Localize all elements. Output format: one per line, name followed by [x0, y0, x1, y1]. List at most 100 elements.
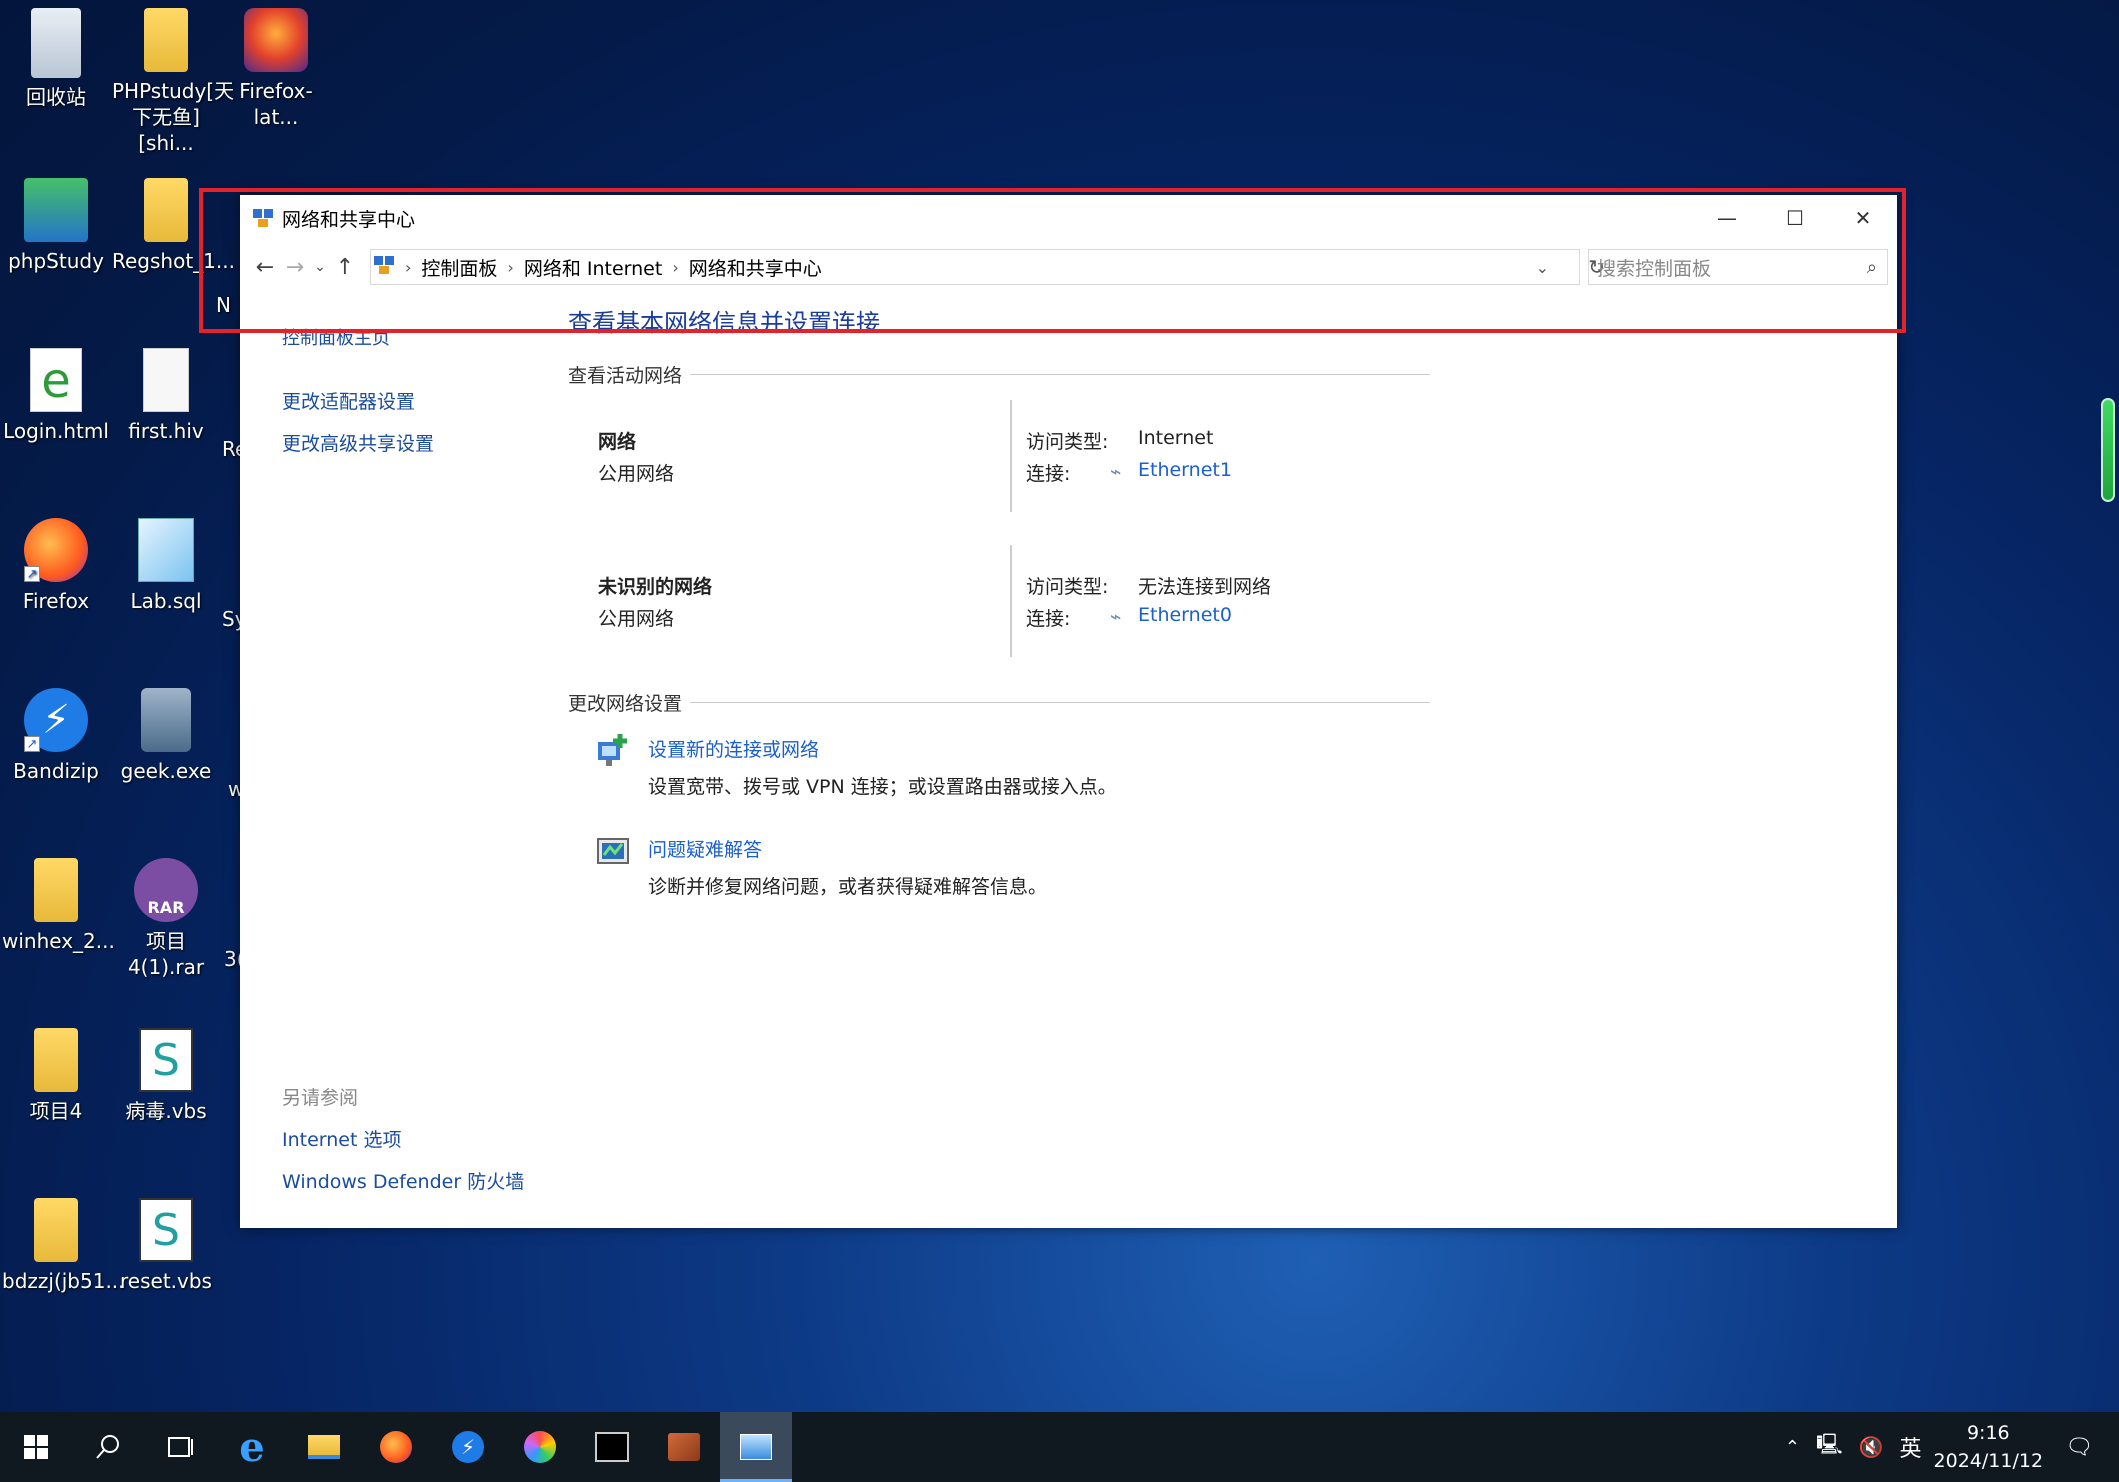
- start-button[interactable]: [0, 1412, 72, 1482]
- volume-muted-icon[interactable]: 🔇: [1859, 1435, 1884, 1459]
- internet-explorer-icon[interactable]: e: [216, 1412, 288, 1482]
- partial-label: Sy: [222, 607, 247, 631]
- section-heading: 更改网络设置: [568, 693, 683, 715]
- network-sharing-center-task[interactable]: [720, 1412, 792, 1482]
- breadcrumb-control-panel[interactable]: 控制面板: [421, 254, 497, 281]
- phpstudy-icon[interactable]: phpStudy: [2, 178, 110, 274]
- task-description: 诊断并修复网络问题，或者获得疑难解答信息。: [648, 876, 1048, 898]
- connection-label: 连接:: [1026, 463, 1071, 485]
- task-view-icon[interactable]: [144, 1412, 216, 1482]
- geek-exe-icon[interactable]: geek.exe: [112, 688, 220, 784]
- maximize-button[interactable]: ☐: [1761, 195, 1829, 241]
- html-file-icon[interactable]: e Login.html: [2, 348, 110, 444]
- terminal-icon[interactable]: [576, 1412, 648, 1482]
- desktop-icon-label: Firefox: [22, 589, 90, 613]
- folder-icon[interactable]: Regshot_1...: [112, 178, 235, 274]
- desktop-icon-label: 病毒.vbs: [125, 1099, 207, 1123]
- chevron-right-icon: ›: [507, 257, 514, 277]
- notification-icon[interactable]: 🗨: [2065, 1435, 2093, 1460]
- partial-label: N: [216, 293, 231, 317]
- breadcrumb-network-internet[interactable]: 网络和 Internet: [524, 254, 662, 281]
- chevron-right-icon: ›: [405, 257, 412, 277]
- firefox-icon[interactable]: [360, 1412, 432, 1482]
- breadcrumb-network-sharing[interactable]: 网络和共享中心: [689, 254, 822, 281]
- page-title: 查看基本网络信息并设置连接: [568, 309, 880, 337]
- search-placeholder: 搜索控制面板: [1597, 257, 1712, 280]
- file-icon[interactable]: first.hiv: [112, 348, 220, 444]
- folder-icon[interactable]: bdzzj(jb51...: [2, 1198, 125, 1294]
- see-also-heading: 另请参阅: [282, 1087, 359, 1109]
- bandizip-icon[interactable]: ⚡: [432, 1412, 504, 1482]
- desktop-icon-label: Login.html: [3, 419, 109, 443]
- green-side-widget[interactable]: [2101, 398, 2115, 502]
- setup-new-connection-link[interactable]: 设置新的连接或网络: [648, 735, 819, 762]
- new-connection-icon: [596, 732, 632, 776]
- chevron-down-icon[interactable]: ⌄: [1536, 258, 1549, 277]
- control-panel-home-link[interactable]: 控制面板主页: [282, 324, 390, 350]
- back-arrow-icon[interactable]: ←: [250, 255, 280, 280]
- connection-label: 连接:: [1026, 608, 1071, 630]
- desktop-icon-label: geek.exe: [120, 759, 212, 783]
- desktop-icon-label: 项目4(1).rar: [127, 929, 205, 979]
- folder-icon[interactable]: winhex_2...: [2, 858, 115, 954]
- divider: [1010, 400, 1012, 512]
- bandizip-icon[interactable]: ⚡ ↗ Bandizip: [2, 688, 110, 784]
- network-name: 未识别的网络: [598, 576, 713, 598]
- desktop-icon-label: PHPstudy[天 下无鱼][shi...: [112, 79, 235, 155]
- desktop-icon-label: Bandizip: [13, 759, 99, 783]
- folder-icon[interactable]: PHPstudy[天 下无鱼][shi...: [112, 8, 235, 156]
- rar-archive-icon[interactable]: RAR 项目4(1).rar: [112, 858, 220, 980]
- change-adapter-settings-link[interactable]: 更改适配器设置: [282, 387, 415, 414]
- forward-arrow-icon[interactable]: →: [280, 255, 310, 280]
- ethernet0-link[interactable]: Ethernet0: [1138, 604, 1232, 626]
- desktop-icon-label: reset.vbs: [120, 1269, 212, 1293]
- desktop-icon-label: Firefox-lat...: [239, 79, 313, 129]
- access-type-value: Internet: [1138, 427, 1214, 449]
- recent-dropdown-icon[interactable]: ⌄: [310, 259, 330, 275]
- vbs-script-icon[interactable]: S reset.vbs: [112, 1198, 220, 1294]
- troubleshoot-problems-link[interactable]: 问题疑难解答: [648, 835, 762, 862]
- windows-defender-firewall-link[interactable]: Windows Defender 防火墙: [282, 1167, 524, 1194]
- network-category: 公用网络: [598, 463, 675, 485]
- access-type-value: 无法连接到网络: [1138, 576, 1272, 598]
- network-app-icon: [252, 207, 274, 229]
- file-explorer-icon[interactable]: [288, 1412, 360, 1482]
- network-tool-icon[interactable]: [648, 1412, 720, 1482]
- advanced-sharing-settings-link[interactable]: 更改高级共享设置: [282, 429, 434, 456]
- network-name: 网络: [598, 431, 637, 453]
- chevron-up-icon[interactable]: ⌃: [1785, 1437, 1800, 1458]
- active-networks-section-header: 查看活动网络: [568, 361, 1431, 388]
- minimize-button[interactable]: —: [1693, 195, 1761, 241]
- up-arrow-icon[interactable]: ↑: [330, 255, 360, 280]
- desktop-icon-label: Regshot_1...: [112, 249, 235, 273]
- chevron-right-icon: ›: [672, 257, 679, 277]
- search-icon[interactable]: [72, 1412, 144, 1482]
- clock[interactable]: 9:16 2024/11/12: [1934, 1419, 2044, 1475]
- close-button[interactable]: ✕: [1829, 195, 1897, 241]
- recycle-bin-icon[interactable]: 回收站: [2, 8, 110, 110]
- firefox-icon[interactable]: ↗ Firefox: [2, 518, 110, 614]
- firefox-installer-icon[interactable]: Firefox-lat...: [222, 8, 330, 130]
- folder-icon[interactable]: 项目4: [2, 1028, 110, 1124]
- network-sharing-center-window: 网络和共享中心 — ☐ ✕ ← → ⌄ ↑ › 控制面板 › 网络和 Inter…: [240, 195, 1897, 1228]
- time: 9:16: [1966, 1422, 2010, 1444]
- network-category: 公用网络: [598, 608, 675, 630]
- desktop-icon-label: 回收站: [26, 85, 86, 109]
- network-status-icon[interactable]: 🖳: [1816, 1430, 1843, 1464]
- input-method-indicator[interactable]: 英: [1900, 1431, 1922, 1463]
- internet-options-link[interactable]: Internet 选项: [282, 1125, 401, 1152]
- vbs-script-icon[interactable]: S 病毒.vbs: [112, 1028, 220, 1124]
- troubleshoot-icon: [596, 835, 632, 875]
- title-bar[interactable]: 网络和共享中心 — ☐ ✕: [240, 195, 1897, 241]
- control-panel-icon: [373, 254, 395, 281]
- ethernet-cable-icon: ⌁: [1110, 606, 1122, 628]
- date: 2024/11/12: [1933, 1450, 2044, 1472]
- ai-assistant-icon[interactable]: [504, 1412, 576, 1482]
- address-bar[interactable]: › 控制面板 › 网络和 Internet › 网络和共享中心 ⌄ ↻: [370, 249, 1605, 285]
- sql-file-icon[interactable]: Lab.sql: [112, 518, 220, 614]
- ethernet1-link[interactable]: Ethernet1: [1138, 459, 1232, 481]
- access-type-label: 访问类型:: [1026, 431, 1109, 453]
- search-input[interactable]: 搜索控制面板 ⌕: [1588, 249, 1888, 285]
- ethernet-cable-icon: ⌁: [1110, 461, 1122, 483]
- search-icon[interactable]: ⌕: [1867, 257, 1877, 278]
